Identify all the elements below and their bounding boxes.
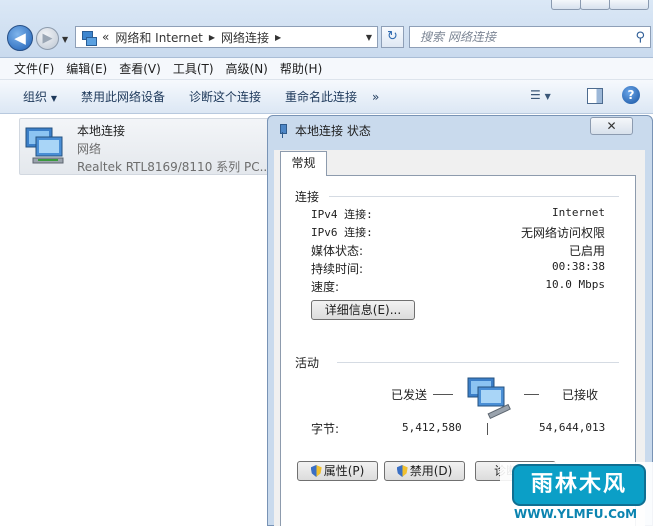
- uac-shield-icon: [396, 465, 408, 477]
- view-list-icon: ☰: [530, 88, 541, 102]
- search-placeholder: 搜索 网络连接: [420, 30, 496, 44]
- speed-label: 速度:: [311, 280, 340, 294]
- menu-bar: 文件(F) 编辑(E) 查看(V) 工具(T) 高级(N) 帮助(H): [0, 58, 653, 80]
- breadcrumb-separator-icon[interactable]: ▶: [209, 33, 215, 42]
- address-bar[interactable]: « 网络和 Internet ▶ 网络连接 ▶ ▼: [75, 26, 378, 48]
- media-state-label: 媒体状态:: [311, 244, 364, 258]
- media-state-value: 已启用: [568, 244, 605, 258]
- activity-group-label: 活动: [295, 356, 320, 370]
- network-adapter-icon: [25, 127, 64, 164]
- organize-button[interactable]: 组织 ▼: [14, 88, 66, 105]
- connection-device: Realtek RTL8169/8110 系列 PC...: [77, 160, 272, 174]
- watermark-url: WWW.YLMFU.CoM: [514, 507, 638, 521]
- menu-view[interactable]: 查看(V): [113, 58, 167, 79]
- search-icon[interactable]: ⚲: [635, 28, 645, 48]
- chevron-down-icon: ▼: [544, 92, 551, 101]
- dialog-title: 本地连接 状态: [295, 124, 371, 138]
- maximize-button[interactable]: [580, 0, 610, 10]
- sent-label: 已发送: [391, 388, 428, 402]
- site-watermark-logo: 雨林木风 WWW.YLMFU.CoM: [500, 462, 653, 526]
- bytes-received-value: 54,644,013: [539, 421, 606, 434]
- network-connections-icon: [81, 30, 97, 46]
- bytes-label: 字节:: [311, 422, 340, 436]
- connection-name: 本地连接: [77, 124, 126, 138]
- ipv6-label: IPv6 连接:: [311, 224, 373, 240]
- disable-label: 禁用(D): [409, 464, 453, 478]
- dialog-close-button[interactable]: ✕: [590, 117, 633, 135]
- rename-connection-button[interactable]: 重命名此连接: [276, 88, 366, 105]
- explorer-title-bar: ◀ ▶ ▼ « 网络和 Internet ▶ 网络连接 ▶ ▼ ↻ 搜索 网络连…: [0, 0, 653, 58]
- connection-group-label: 连接: [295, 190, 320, 204]
- group-divider: [337, 362, 619, 363]
- breadcrumb-network-internet[interactable]: 网络和 Internet: [115, 29, 202, 46]
- disable-device-button[interactable]: 禁用此网络设备: [72, 88, 174, 105]
- change-view-button[interactable]: ☰ ▼: [530, 88, 568, 106]
- preview-pane-icon[interactable]: [587, 88, 603, 104]
- search-input[interactable]: 搜索 网络连接 ⚲: [409, 26, 651, 48]
- network-plug-icon: [278, 123, 287, 138]
- ipv4-label-text: IPv4 连接:: [311, 208, 373, 221]
- menu-help[interactable]: 帮助(H): [274, 58, 328, 79]
- address-dropdown-icon[interactable]: ▼: [360, 32, 377, 42]
- dialog-title-bar: 本地连接 状态: [278, 122, 371, 139]
- properties-button[interactable]: 属性(P): [297, 461, 378, 481]
- local-connection-item[interactable]: 本地连接 网络 Realtek RTL8169/8110 系列 PC...: [19, 118, 272, 175]
- menu-file[interactable]: 文件(F): [8, 58, 60, 79]
- network-activity-icon: [467, 377, 511, 420]
- speed-value: 10.0 Mbps: [545, 278, 605, 291]
- minimize-button[interactable]: [551, 0, 581, 10]
- ipv6-value: 无网络访问权限: [520, 226, 605, 240]
- connection-type: 网络: [77, 142, 102, 156]
- activity-divider: [487, 423, 488, 435]
- forward-arrow-icon[interactable]: ▶: [36, 27, 59, 50]
- uac-shield-icon: [310, 465, 322, 477]
- chevron-down-icon: ▼: [50, 94, 57, 103]
- breadcrumb-prefix[interactable]: «: [102, 30, 109, 44]
- close-icon: ✕: [606, 119, 617, 133]
- menu-advanced[interactable]: 高级(N): [220, 58, 274, 79]
- disable-button[interactable]: 禁用(D): [384, 461, 465, 481]
- back-arrow-icon[interactable]: ◀: [7, 25, 33, 51]
- ipv6-label-text: IPv6 连接:: [311, 226, 373, 239]
- menu-tools[interactable]: 工具(T): [167, 58, 220, 79]
- sent-dash: [433, 394, 453, 395]
- group-divider: [329, 196, 619, 197]
- details-button[interactable]: 详细信息(E)...: [311, 300, 415, 320]
- watermark-badge: 雨林木风: [512, 464, 646, 506]
- duration-value: 00:38:38: [552, 260, 605, 273]
- properties-label: 属性(P): [323, 464, 365, 478]
- diagnose-connection-button[interactable]: 诊断这个连接: [180, 88, 270, 105]
- more-commands-button[interactable]: »: [372, 90, 379, 104]
- recent-pages-dropdown-icon[interactable]: ▼: [62, 35, 68, 44]
- ipv4-value: Internet: [552, 206, 605, 219]
- breadcrumb-separator-icon[interactable]: ▶: [275, 33, 281, 42]
- tab-general[interactable]: 常规: [280, 151, 327, 176]
- bytes-sent-value: 5,412,580: [402, 421, 462, 434]
- breadcrumb-network-connections[interactable]: 网络连接: [221, 29, 269, 46]
- organize-label: 组织: [23, 90, 48, 104]
- menu-edit[interactable]: 编辑(E): [60, 58, 113, 79]
- close-window-button[interactable]: [609, 0, 649, 10]
- received-label: 已接收: [562, 388, 599, 402]
- ipv4-label: IPv4 连接:: [311, 206, 373, 222]
- duration-label: 持续时间:: [311, 262, 364, 276]
- received-dash: [524, 394, 539, 395]
- help-icon[interactable]: ?: [622, 86, 640, 104]
- refresh-icon[interactable]: ↻: [381, 26, 404, 48]
